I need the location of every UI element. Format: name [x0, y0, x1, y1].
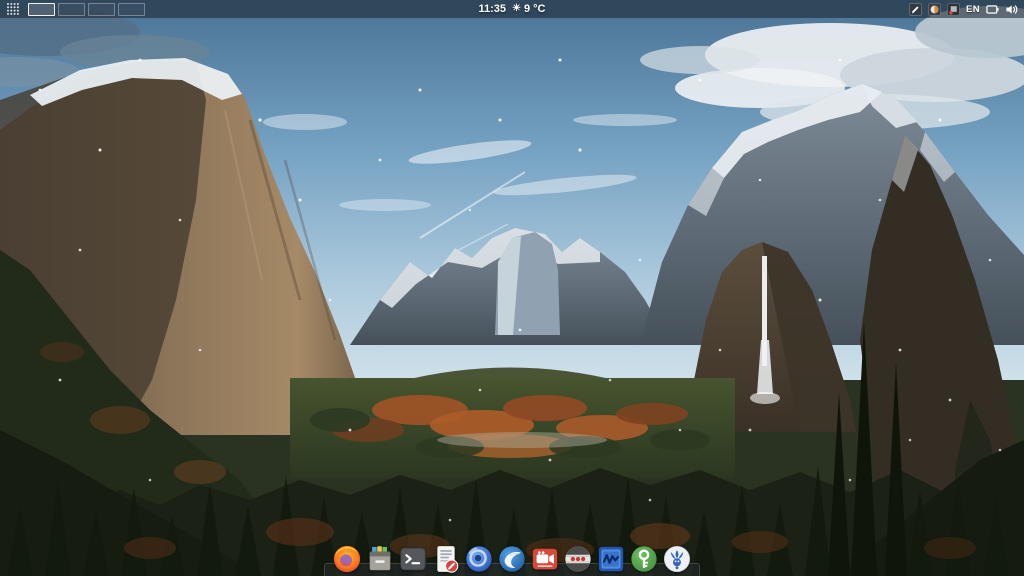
dock-file-cabinet-icon[interactable] [365, 544, 395, 574]
valley-forest [290, 378, 735, 478]
desktop: 11:35 ☀ 9 °C EN [0, 0, 1024, 576]
top-panel: 11:35 ☀ 9 °C EN [0, 0, 1024, 18]
screen-record-tray-icon[interactable] [947, 3, 960, 16]
wallpaper-yosemite [0, 0, 1024, 576]
dock-passwords-keys-icon[interactable] [629, 544, 659, 574]
app-badge-tray-icon[interactable] [928, 3, 941, 16]
weather-widget[interactable]: ☀ 9 °C [512, 3, 546, 15]
system-tray: EN [909, 0, 1018, 18]
panel-center: 11:35 ☀ 9 °C [478, 0, 545, 18]
apps-grid-icon[interactable] [6, 2, 20, 16]
workspace-switcher [28, 3, 145, 16]
workspace-1[interactable] [28, 3, 55, 16]
dock-video-recorder-icon[interactable] [530, 544, 560, 574]
battery-display-icon[interactable] [986, 3, 999, 16]
dock-text-editor-icon[interactable] [431, 544, 461, 574]
volume-icon[interactable] [1005, 3, 1018, 16]
pencil-edit-tray-icon[interactable] [909, 3, 922, 16]
dock-thunderbird-icon[interactable] [497, 544, 527, 574]
dock-system-monitor-icon[interactable] [596, 544, 626, 574]
sun-icon: ☀ [512, 4, 521, 14]
dock-disc-player-icon[interactable] [464, 544, 494, 574]
dock-film-reel-icon[interactable] [563, 544, 593, 574]
dock [327, 544, 697, 576]
dock-blue-emblem-icon[interactable] [662, 544, 692, 574]
panel-left [6, 0, 145, 18]
temperature: 9 °C [524, 3, 546, 15]
dock-firefox-icon[interactable] [332, 544, 362, 574]
keyboard-layout-indicator[interactable]: EN [966, 4, 980, 15]
clock[interactable]: 11:35 [478, 3, 506, 15]
workspace-3[interactable] [88, 3, 115, 16]
workspace-4[interactable] [118, 3, 145, 16]
dock-terminal-icon[interactable] [398, 544, 428, 574]
workspace-2[interactable] [58, 3, 85, 16]
